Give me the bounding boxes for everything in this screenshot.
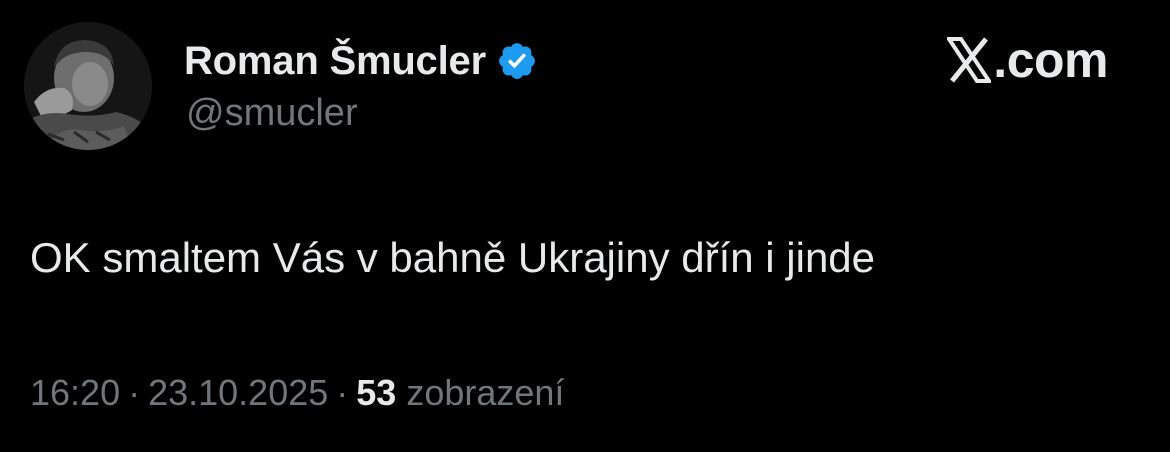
tweet-meta: 16:20 · 23.10.2025 · 53 zobrazení bbox=[30, 372, 564, 414]
avatar-image bbox=[24, 22, 152, 150]
x-brand-logo: .com bbox=[945, 32, 1108, 88]
views-count[interactable]: 53 bbox=[356, 372, 396, 414]
author-row: Roman Šmucler bbox=[184, 34, 538, 88]
profile-photo-icon[interactable] bbox=[24, 22, 152, 150]
tweet-date[interactable]: 23.10.2025 bbox=[148, 372, 328, 414]
brand-domain-text: .com bbox=[993, 32, 1108, 88]
x-logo-icon bbox=[945, 37, 994, 83]
meta-separator: · bbox=[336, 372, 349, 413]
author-display-name[interactable]: Roman Šmucler bbox=[184, 39, 486, 84]
meta-separator: · bbox=[128, 372, 141, 413]
views-label: zobrazení bbox=[406, 372, 565, 413]
verified-badge-icon bbox=[496, 40, 538, 82]
author-handle[interactable]: @smucler bbox=[186, 92, 358, 135]
tweet-time[interactable]: 16:20 bbox=[30, 372, 120, 414]
tweet-card: Roman Šmucler @smucler .com OK smaltem V… bbox=[0, 0, 1170, 452]
tweet-text: OK smaltem Vás v bahně Ukrajiny dřín i j… bbox=[30, 234, 876, 281]
